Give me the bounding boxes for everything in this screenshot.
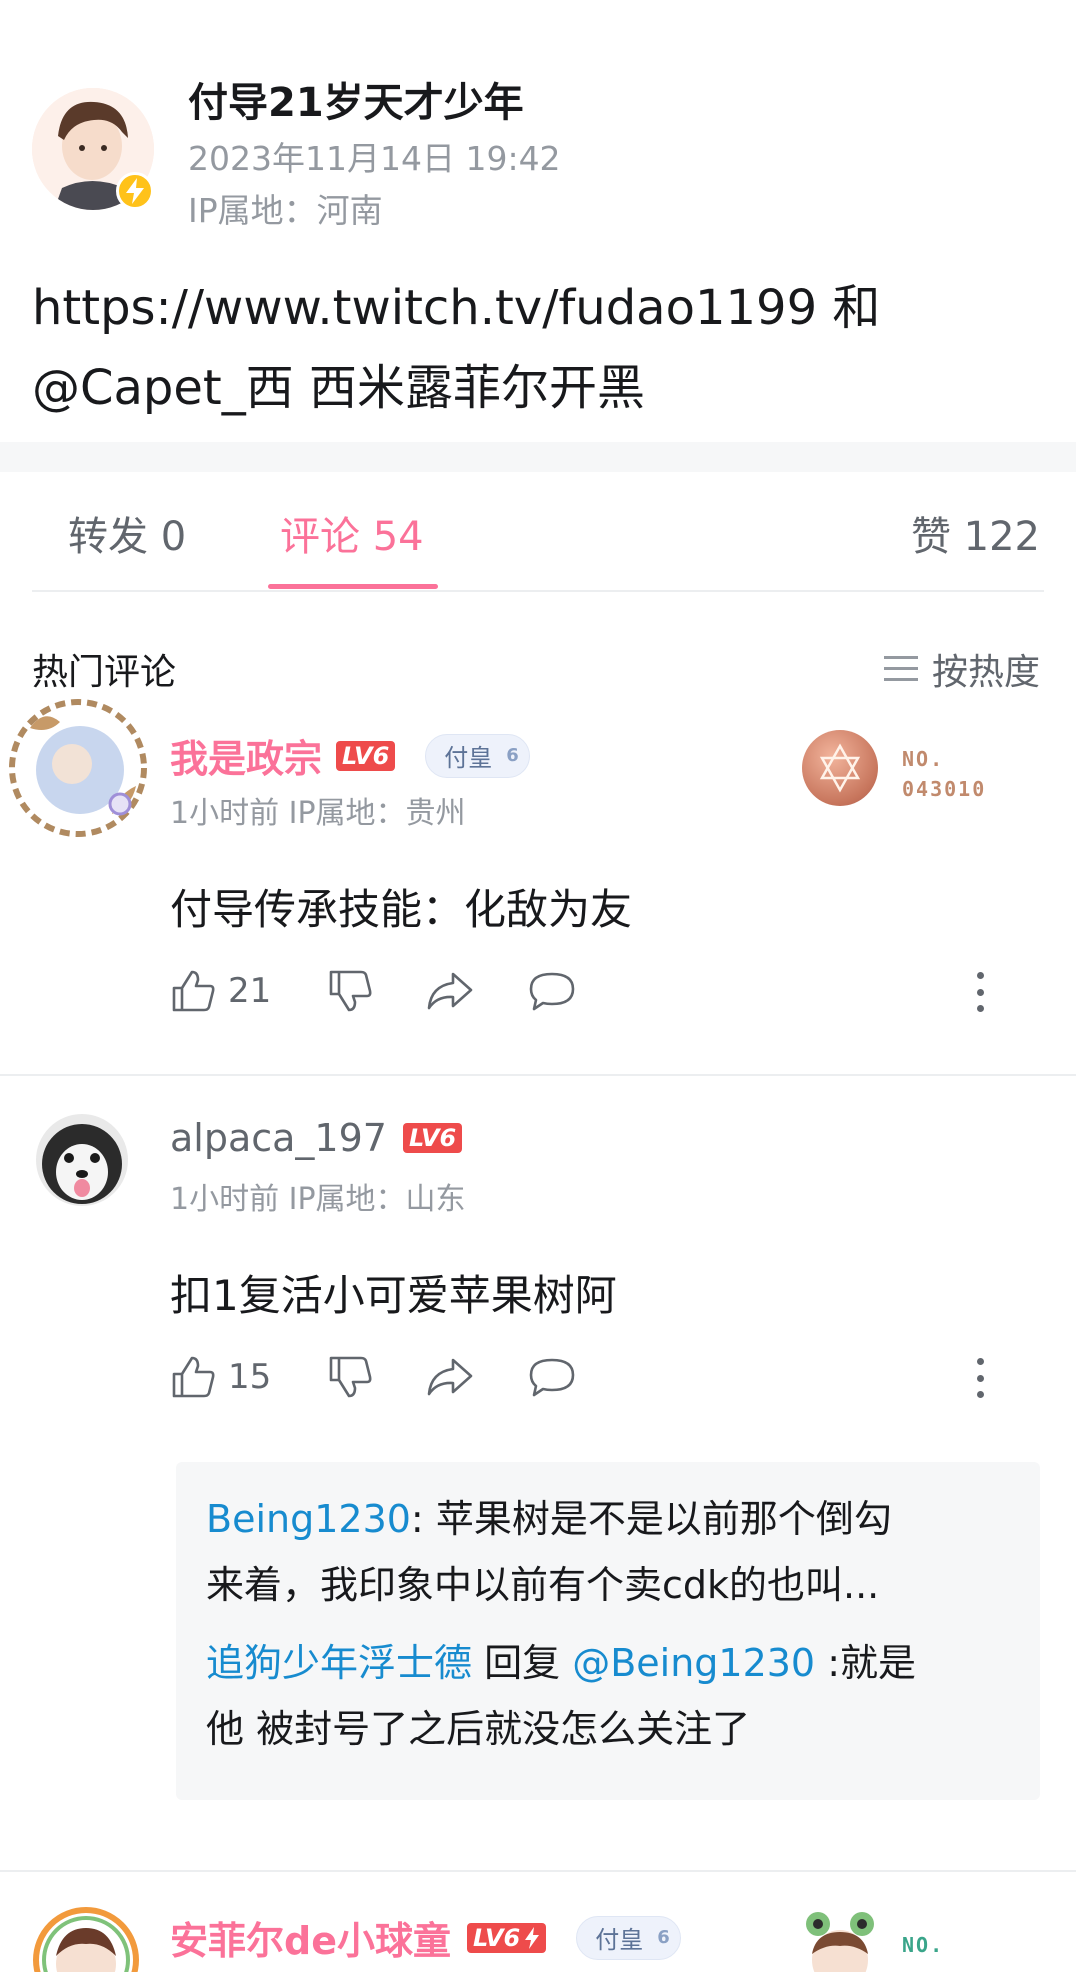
nft-medal-icon[interactable]: [802, 730, 878, 806]
hot-comments-title: 热门评论: [32, 652, 177, 693]
nft-number: NO. 043010: [902, 744, 986, 804]
menu-icon: [883, 656, 918, 681]
sub-reply-text: 他 被封号了之后就没怎么关注了: [206, 1707, 751, 1751]
nft-number-label: NO.: [902, 747, 945, 771]
tab-forward[interactable]: 转发 0: [68, 504, 186, 562]
more-button[interactable]: [974, 972, 986, 1012]
comment-divider: [0, 1870, 1076, 1872]
sort-button[interactable]: 按热度: [883, 643, 1040, 695]
post-content: https://www.twitch.tv/fudao1199 和 @Capet…: [32, 268, 1042, 428]
sub-reply-box[interactable]: Being1230: 苹果树是不是以前那个倒勾 来着，我印象中以前有个卖cdk的…: [176, 1462, 1040, 1800]
active-tab-indicator: [268, 584, 438, 589]
comment-header: 我是政宗 LV6 付皇 6: [170, 728, 530, 783]
comment-icon: [529, 1358, 575, 1397]
fan-medal-level: 6: [657, 1927, 670, 1948]
more-vertical-icon: [976, 1358, 984, 1365]
avatar-frame-image: [33, 1907, 139, 1972]
commenter-avatar[interactable]: [32, 1906, 140, 1972]
share-button[interactable]: [425, 1354, 475, 1400]
fan-medal[interactable]: 付皇 6: [576, 1915, 681, 1960]
nft-avatar-icon[interactable]: [796, 1904, 886, 1972]
more-vertical-icon: [976, 972, 984, 979]
nft-number: NO.: [902, 1930, 944, 1960]
level-badge: LV6: [402, 1123, 463, 1153]
thumb-up-icon: [172, 970, 215, 1012]
section-divider: [0, 442, 1076, 472]
tab-divider: [32, 590, 1044, 592]
lightning-icon: [525, 1926, 540, 1949]
sub-reply-user[interactable]: 追狗少年浮士德: [206, 1641, 472, 1685]
frog-hat-girl-icon: [806, 1912, 874, 1972]
author-name[interactable]: 付导21岁天才少年: [188, 70, 524, 128]
share-button[interactable]: [425, 968, 475, 1014]
fan-medal[interactable]: 付皇 6: [425, 733, 530, 778]
dislike-button[interactable]: [327, 968, 373, 1014]
sub-reply[interactable]: 追狗少年浮士德 回复 @Being1230 :就是 他 被封号了之后就没怎么关注…: [206, 1630, 1010, 1762]
sort-label: 按热度: [931, 652, 1040, 693]
comment-header: alpaca_197 LV6: [170, 1116, 463, 1160]
comment-actions: 21: [170, 968, 615, 1014]
commenter-name[interactable]: alpaca_197: [170, 1116, 387, 1160]
commenter-avatar[interactable]: [36, 1114, 128, 1206]
comment-meta: 1小时前 IP属地：山东: [170, 1182, 466, 1217]
post-content-line[interactable]: @Capet_西 西米露菲尔开黑: [32, 348, 1042, 428]
comment-actions: 15: [170, 1354, 615, 1400]
tab-likes[interactable]: 赞 122: [911, 504, 1040, 562]
like-button[interactable]: 15: [170, 1354, 271, 1400]
reply-button[interactable]: [527, 1354, 577, 1400]
verified-badge: [116, 172, 154, 210]
post-content-line[interactable]: https://www.twitch.tv/fudao1199 和: [32, 268, 1042, 348]
sub-reply-mid: 回复: [472, 1641, 573, 1685]
level-badge: LV6: [336, 740, 396, 771]
sub-reply-text: 来着，我印象中以前有个卖cdk的也叫...: [206, 1563, 880, 1607]
reply-button[interactable]: [527, 968, 577, 1014]
post-time: 2023年11月14日 19:42: [188, 139, 561, 178]
comment-divider: [0, 1074, 1076, 1076]
fan-medal-level: 6: [506, 745, 519, 766]
share-icon: [427, 972, 473, 1010]
like-count: 15: [228, 1357, 272, 1397]
like-button[interactable]: 21: [170, 968, 271, 1014]
avatar-frame-image: [9, 699, 147, 837]
share-icon: [427, 1358, 473, 1396]
fan-medal-name: 付皇: [595, 1926, 644, 1954]
sub-reply[interactable]: Being1230: 苹果树是不是以前那个倒勾 来着，我印象中以前有个卖cdk的…: [206, 1486, 1010, 1618]
thumb-down-icon: [329, 1356, 372, 1398]
sub-reply-target[interactable]: @Being1230: [572, 1641, 815, 1685]
more-button[interactable]: [974, 1358, 986, 1398]
sub-reply-user[interactable]: Being1230: [206, 1497, 411, 1541]
comment-header: 安菲尔de小球童 LV6 付皇 6: [170, 1910, 681, 1965]
dislike-button[interactable]: [327, 1354, 373, 1400]
commenter-name[interactable]: 安菲尔de小球童: [170, 1910, 451, 1965]
comment-text[interactable]: 扣1复活小可爱苹果树阿: [170, 1262, 617, 1323]
hexagram-icon: [819, 743, 861, 793]
nft-number-value: 043010: [902, 777, 987, 801]
thumb-down-icon: [329, 970, 372, 1012]
comment-meta: 1小时前 IP属地：贵州: [170, 796, 466, 831]
level-badge: LV6: [466, 1922, 547, 1953]
nft-number-label: NO.: [902, 1933, 945, 1957]
post-ip-location: IP属地：河南: [188, 191, 383, 230]
level-badge-text: LV6: [472, 1923, 521, 1952]
comment-text[interactable]: 付导传承技能：化敌为友: [170, 876, 632, 937]
dog-avatar-image: [36, 1114, 128, 1206]
sub-reply-text: 苹果树是不是以前那个倒勾: [435, 1497, 892, 1541]
like-count: 21: [228, 971, 272, 1011]
thumb-up-icon: [172, 1356, 215, 1398]
fan-medal-name: 付皇: [444, 744, 493, 772]
commenter-name[interactable]: 我是政宗: [170, 728, 322, 783]
lightning-icon: [126, 178, 144, 204]
comment-icon: [529, 972, 575, 1011]
sub-reply-text: :就是: [815, 1641, 916, 1685]
commenter-avatar[interactable]: [8, 698, 148, 838]
sub-reply-separator: :: [410, 1497, 436, 1541]
tab-comments[interactable]: 评论 54: [280, 504, 424, 562]
